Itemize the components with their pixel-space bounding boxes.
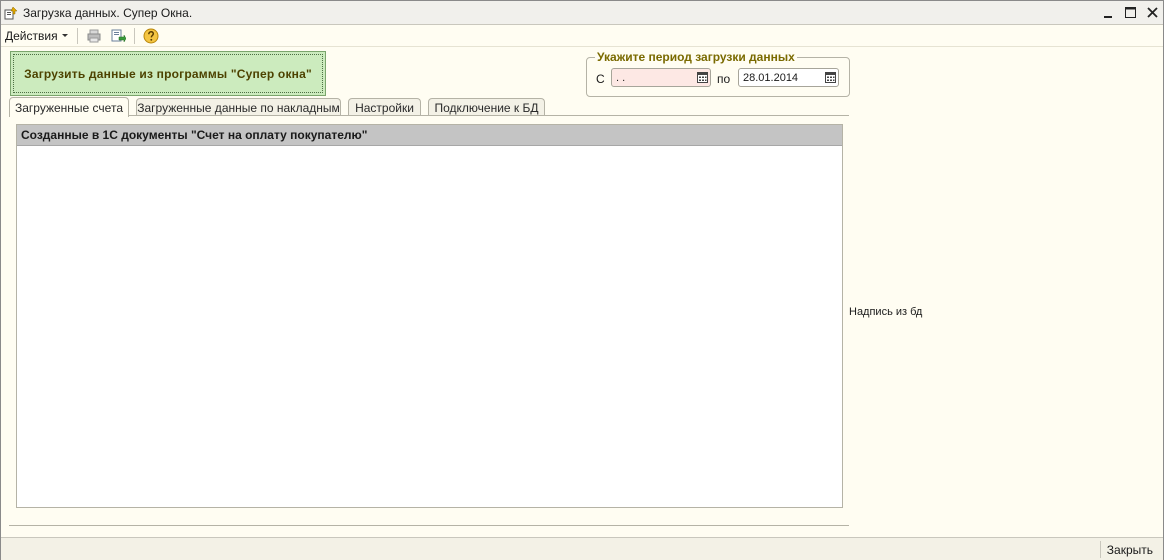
tab-bottom-divider bbox=[9, 525, 849, 526]
toolbar-separator bbox=[133, 27, 135, 44]
window-controls bbox=[1097, 1, 1163, 25]
load-document-button[interactable] bbox=[108, 26, 128, 46]
date-to-field[interactable]: 28.01.2014 bbox=[738, 68, 839, 87]
footer-bar: Закрыть bbox=[1, 537, 1163, 560]
period-to-label: по bbox=[717, 72, 731, 86]
minimize-button[interactable] bbox=[1097, 2, 1119, 24]
toolbar: Действия bbox=[1, 25, 1163, 47]
period-group: Укажите период загрузки данных С . . по … bbox=[586, 50, 850, 97]
close-window-button[interactable] bbox=[1141, 2, 1163, 24]
date-to-calendar-button[interactable] bbox=[822, 69, 838, 86]
close-icon bbox=[1146, 7, 1158, 18]
db-caption: Надпись из бд bbox=[849, 306, 923, 318]
date-to-value: 28.01.2014 bbox=[743, 71, 799, 84]
print-icon bbox=[87, 29, 101, 42]
help-button[interactable] bbox=[141, 26, 161, 46]
load-data-button[interactable]: Загрузить данные из программы "Супер окн… bbox=[10, 51, 326, 96]
print-button[interactable] bbox=[84, 26, 104, 46]
app-icon bbox=[3, 5, 19, 21]
help-icon bbox=[143, 28, 159, 43]
actions-menu-label: Действия bbox=[5, 28, 58, 43]
chevron-down-icon bbox=[61, 33, 68, 37]
app-window: Загрузка данных. Супер Окна. Действия За… bbox=[0, 0, 1164, 560]
date-from-calendar-button[interactable] bbox=[694, 69, 710, 86]
tab-loaded-waybills[interactable]: Загруженные данные по накладным bbox=[136, 98, 341, 116]
maximize-icon bbox=[1124, 7, 1136, 18]
close-button[interactable]: Закрыть bbox=[1099, 541, 1159, 558]
tab-strip: Загруженные счета Загруженные данные по … bbox=[9, 97, 849, 117]
documents-panel: Созданные в 1С документы "Счет на оплату… bbox=[16, 124, 843, 508]
tab-loaded-invoices[interactable]: Загруженные счета bbox=[9, 97, 129, 117]
toolbar-separator bbox=[76, 27, 78, 44]
documents-list[interactable] bbox=[17, 146, 842, 507]
tab-settings[interactable]: Настройки bbox=[348, 98, 421, 116]
date-from-field[interactable]: . . bbox=[611, 68, 711, 87]
window-title: Загрузка данных. Супер Окна. bbox=[23, 5, 193, 20]
document-arrow-icon bbox=[111, 29, 126, 43]
period-legend: Укажите период загрузки данных bbox=[595, 50, 797, 64]
title-bar: Загрузка данных. Супер Окна. bbox=[1, 1, 1163, 25]
tab-divider bbox=[9, 115, 849, 116]
minimize-icon bbox=[1104, 15, 1112, 18]
period-from-label: С bbox=[596, 72, 605, 86]
date-from-value: . . bbox=[616, 71, 626, 84]
documents-panel-header: Созданные в 1С документы "Счет на оплату… bbox=[17, 125, 842, 146]
calendar-icon bbox=[824, 72, 836, 83]
calendar-icon bbox=[696, 72, 708, 83]
tab-db-connection[interactable]: Подключение к БД bbox=[428, 98, 545, 116]
actions-menu[interactable]: Действия bbox=[1, 26, 73, 46]
maximize-button[interactable] bbox=[1119, 2, 1141, 24]
